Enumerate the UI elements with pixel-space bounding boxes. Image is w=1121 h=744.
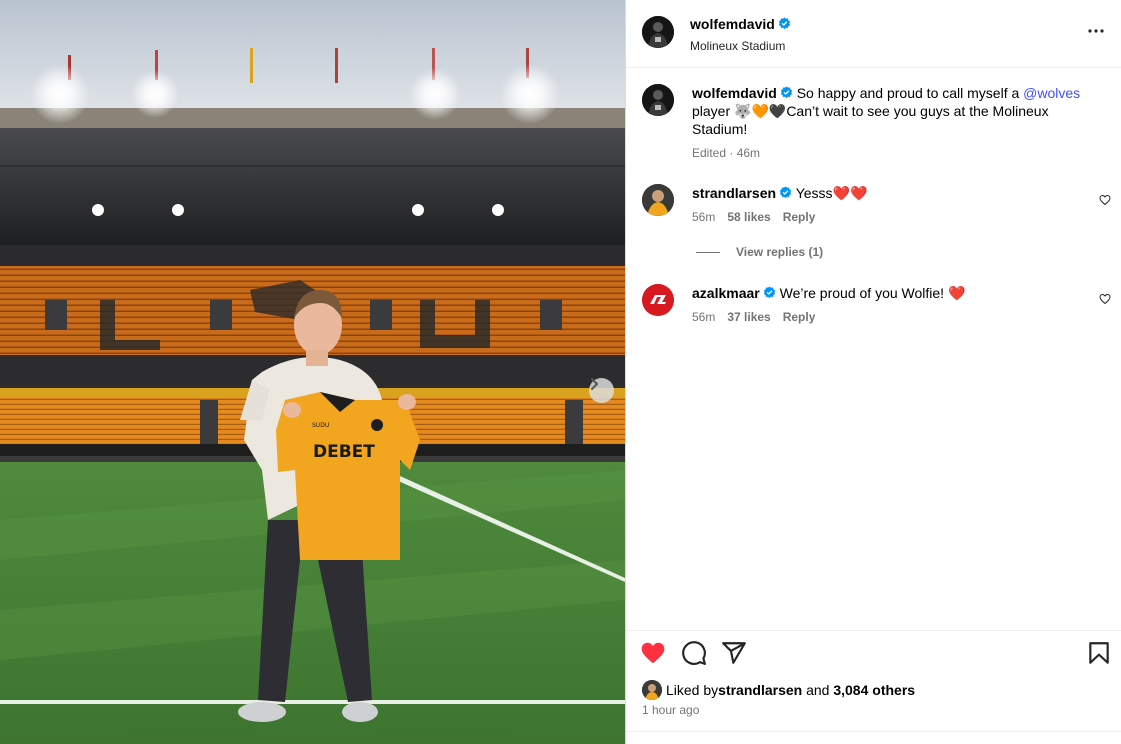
post-action-bar [626,630,1121,674]
comment-avatar-strandlarsen[interactable] [642,184,674,216]
caption-part-1: So happy and proud to call myself a [796,85,1024,101]
jersey-sponsor: DEBET [313,442,375,462]
post-photo: DEBET SUDU [0,0,625,744]
liked-by-and: and [802,682,834,698]
verified-badge-icon [778,17,790,30]
comment-likes[interactable]: 58 likes [727,210,770,224]
comment-text: Yesss❤️❤️ [795,185,868,201]
comment-likes[interactable]: 37 likes [727,310,770,324]
comment-like-heart-icon[interactable] [1099,194,1111,206]
comment-username[interactable]: strandlarsen [692,185,776,201]
reply-button[interactable]: Reply [783,210,816,224]
heart-filled-icon[interactable] [640,640,666,666]
author-avatar-image [642,16,674,48]
stadium-photo-illustration: DEBET SUDU [0,0,625,744]
az-logo-icon [642,284,674,316]
comment-avatar-image [642,184,674,216]
chevron-right-icon [591,378,598,390]
reply-button[interactable]: Reply [783,310,816,324]
more-options-icon [1088,29,1104,33]
caption-meta: Edited · 46m [692,146,761,160]
caption-author-avatar-image [642,84,674,116]
post-timestamp[interactable]: 1 hour ago [642,703,699,717]
comment-item: strandlarsen Yesss❤️❤️ 56m 58 likes Reply [692,184,1072,224]
post-header: wolfemdavid Molineux Stadium [626,0,1121,68]
view-replies-line [696,251,720,253]
post-location[interactable]: Molineux Stadium [690,39,791,53]
post-side-panel: wolfemdavid Molineux Stadium wolfemdavid… [626,0,1121,744]
liked-by-avatar-image [642,680,662,700]
comment-item: azalkmaar We’re proud of you Wolfie! ❤️ … [692,284,1072,324]
share-icon[interactable] [721,640,747,666]
view-replies-label: View replies (1) [736,245,824,259]
comment-age: 56m [692,210,716,224]
caption-mention[interactable]: @wolves [1023,85,1080,101]
caption-block: wolfemdavid So happy and proud to call m… [692,84,1092,160]
comment-like-heart-icon[interactable] [1099,293,1111,305]
author-avatar[interactable] [642,16,674,48]
caption-author-avatar[interactable] [642,84,674,116]
bookmark-icon[interactable] [1086,640,1112,666]
caption-text: wolfemdavid So happy and proud to call m… [692,84,1092,138]
bottom-divider [626,731,1121,732]
liked-by-line: Liked by strandlarsen and 3,084 others [642,680,915,700]
comment-text: We’re proud of you Wolfie! ❤️ [779,285,966,301]
liked-by-others[interactable]: 3,084 others [833,682,915,698]
comment-age: 56m [692,310,716,324]
comment-username[interactable]: azalkmaar [692,285,760,301]
comment-avatar-azalkmaar[interactable] [642,284,674,316]
author-username[interactable]: wolfemdavid [690,16,775,32]
liked-by-prefix: Liked by [666,682,719,698]
verified-badge-icon [779,186,792,199]
verified-badge-icon [763,286,775,299]
verified-badge-icon [780,86,792,99]
caption-username[interactable]: wolfemdavid [692,85,777,101]
jersey-maker: SUDU [312,422,329,429]
view-replies-button[interactable]: View replies (1) [696,245,823,259]
liked-by-avatar[interactable] [642,680,662,700]
more-options-button[interactable] [1087,22,1105,40]
next-photo-button[interactable] [589,378,614,403]
liked-by-user[interactable]: strandlarsen [718,682,802,698]
comment-icon[interactable] [681,640,707,666]
caption-part-2: player 🐺🧡🖤Can’t wait to see you guys at … [692,103,1049,137]
